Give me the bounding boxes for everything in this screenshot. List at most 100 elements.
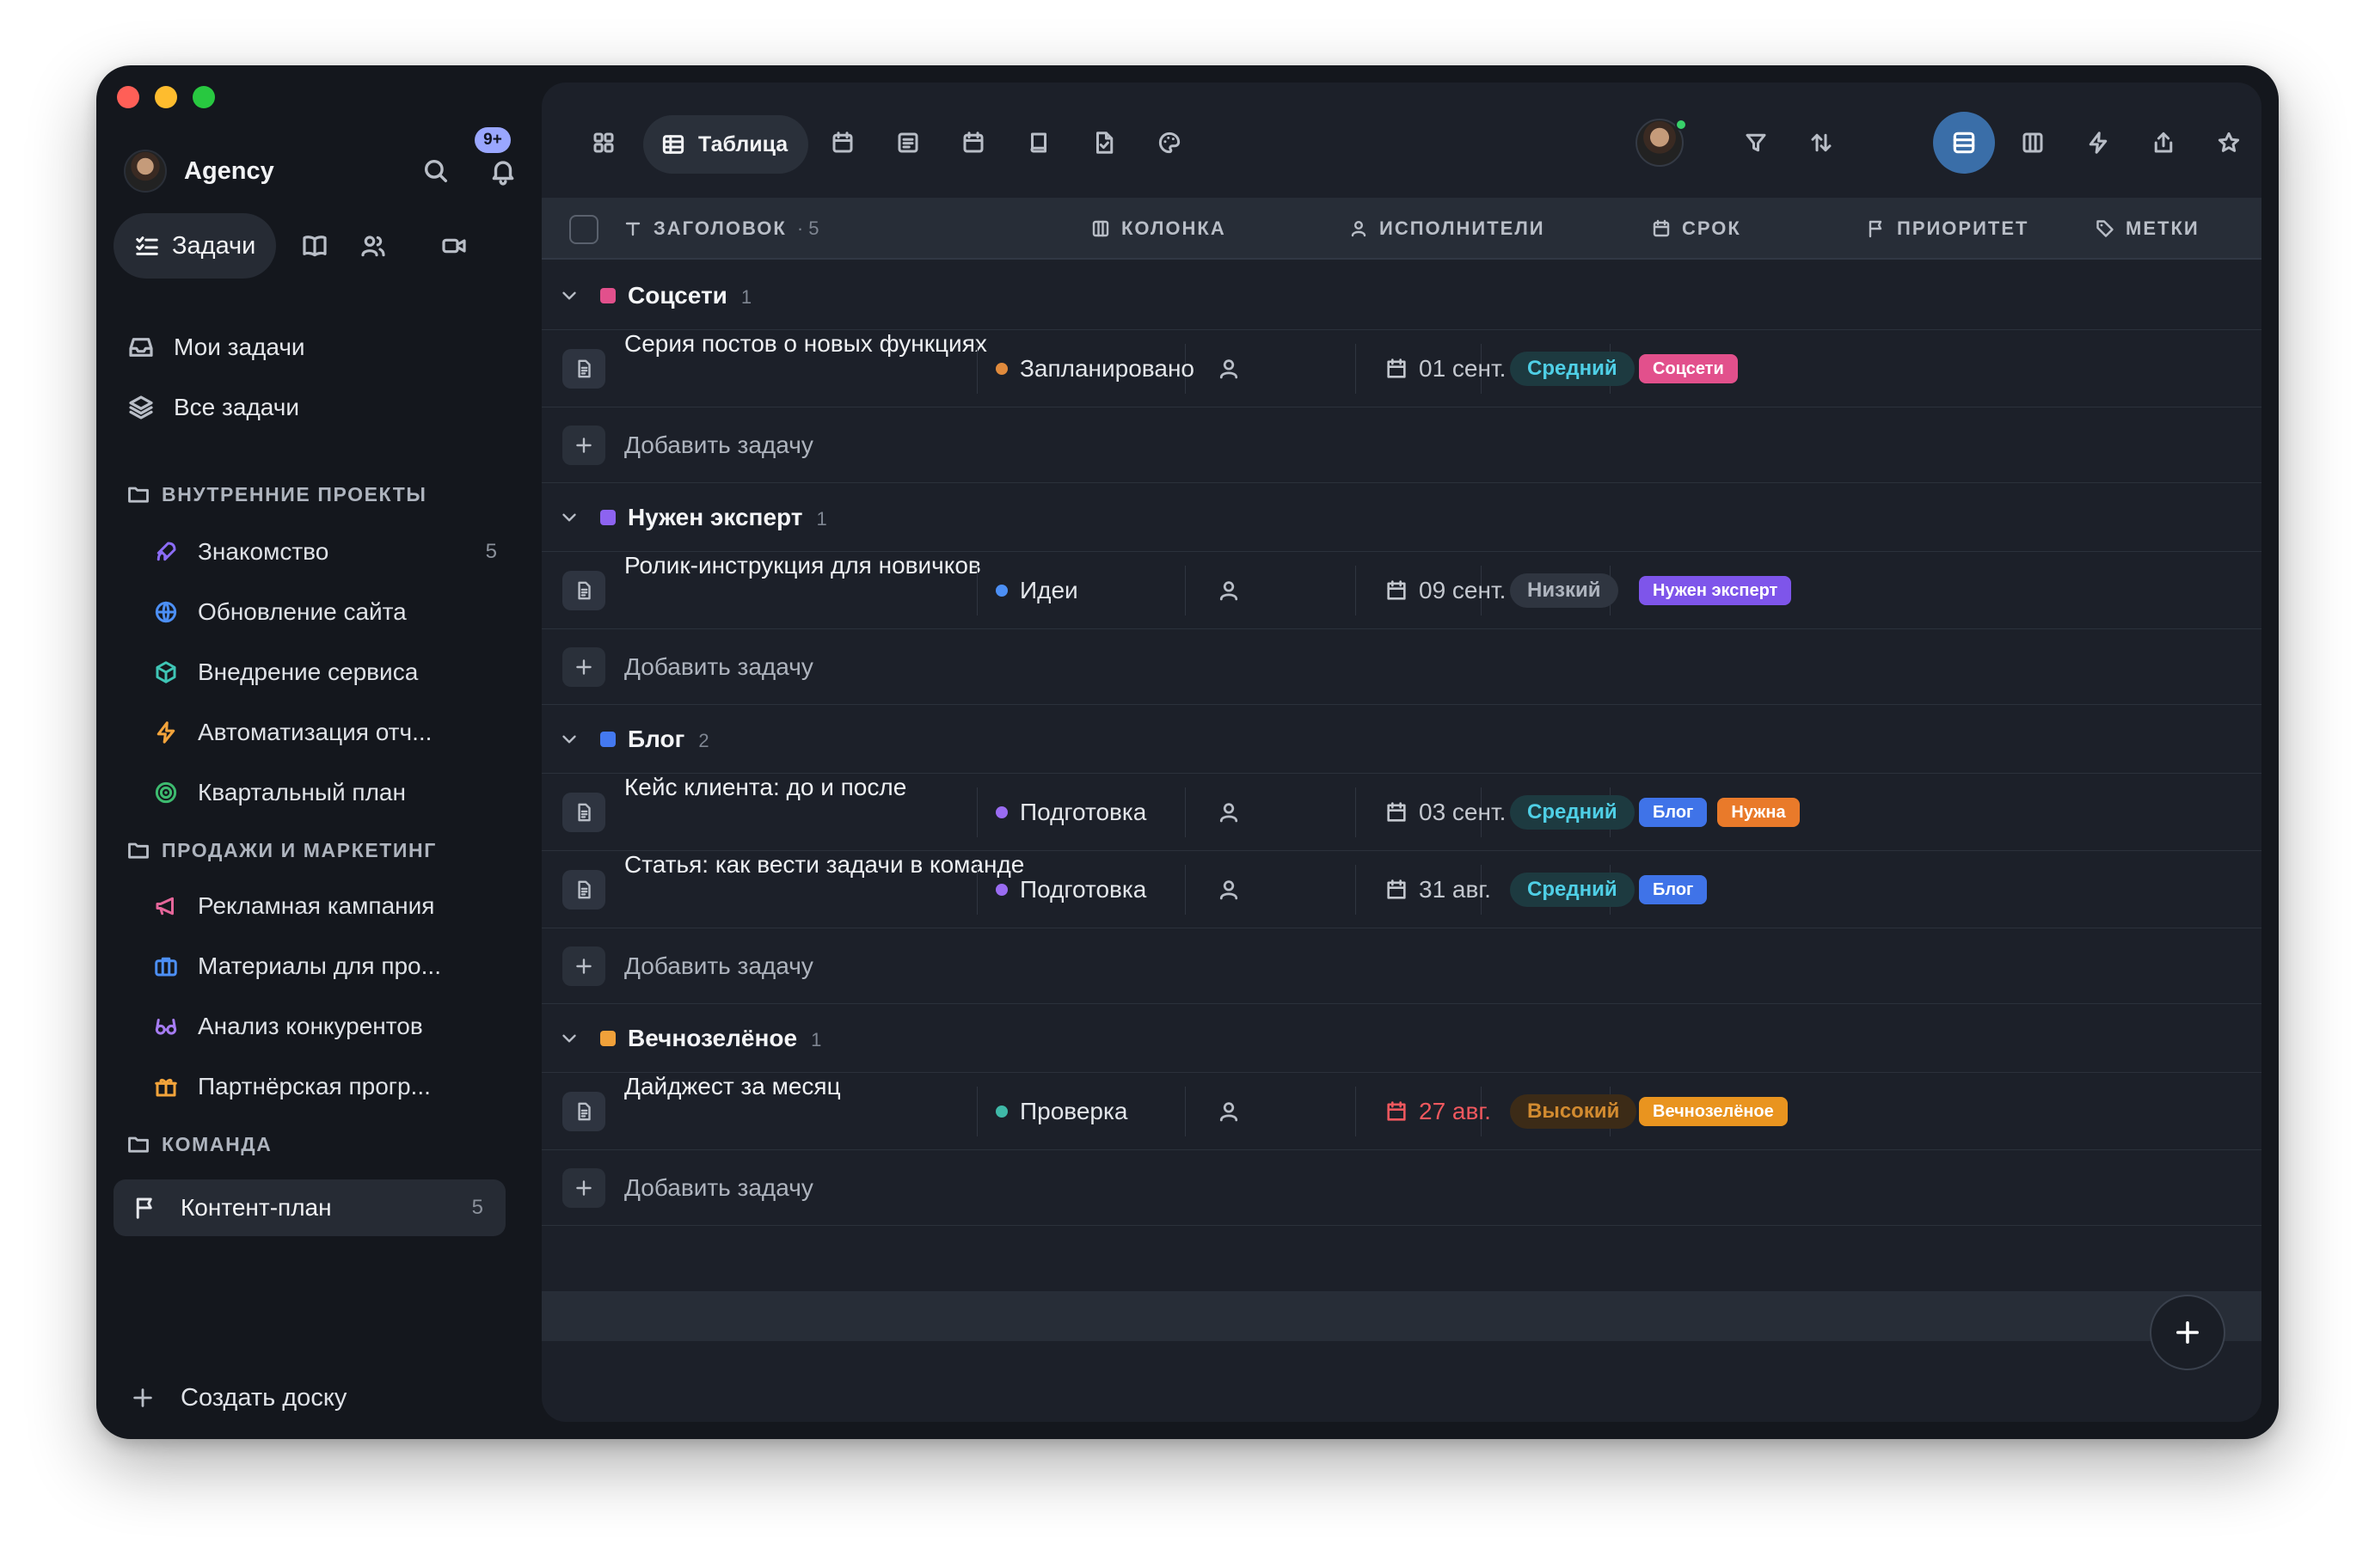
status-text: Идеи <box>1020 577 1078 603</box>
workspace-switcher[interactable]: Agency <box>124 139 519 203</box>
columns-icon[interactable] <box>2009 119 2057 167</box>
search-icon[interactable] <box>416 151 456 191</box>
group-header[interactable]: Блог 2 <box>542 705 2261 774</box>
calendar-icon[interactable] <box>819 119 867 167</box>
tags-cell[interactable]: Блог <box>1639 851 1717 928</box>
assignee-cell[interactable] <box>1216 851 1242 928</box>
folder-team[interactable]: КОМАНДА <box>124 1124 273 1164</box>
rows-icon[interactable] <box>1933 112 1995 174</box>
list-icon[interactable] <box>884 119 932 167</box>
assignee-cell[interactable] <box>1216 330 1242 407</box>
sort-icon[interactable] <box>1797 119 1845 167</box>
chevron-down-icon[interactable] <box>554 502 585 533</box>
column-header-due[interactable]: СРОК <box>1651 198 1741 260</box>
filter-icon[interactable] <box>1732 119 1780 167</box>
table-row[interactable]: Статья: как вести задачи в команде Подгот… <box>542 851 2261 928</box>
due-cell[interactable]: 03 сент. <box>1384 774 1506 851</box>
sidebar-project-report-automation[interactable]: Автоматизация отч... <box>150 707 519 758</box>
priority-cell[interactable]: Высокий <box>1510 1073 1637 1150</box>
table-row[interactable]: Серия постов о новых функциях Запланирова… <box>542 330 2261 407</box>
tags-cell[interactable]: Блог Нужна <box>1639 774 1810 851</box>
column-header-column[interactable]: КОЛОНКА <box>1090 198 1226 260</box>
share-icon[interactable] <box>2139 119 2188 167</box>
palette-icon[interactable] <box>1145 119 1194 167</box>
sidebar-project-partner-program[interactable]: Партнёрская прогр... <box>150 1061 519 1112</box>
view-table-tab[interactable]: Таблица <box>643 115 809 174</box>
chevron-down-icon[interactable] <box>554 1023 585 1054</box>
tags-cell[interactable]: Вечнозелёное <box>1639 1073 1798 1150</box>
assignee-cell[interactable] <box>1216 774 1242 851</box>
add-task-row[interactable]: Добавить задачу <box>542 629 2261 705</box>
select-all-checkbox[interactable] <box>569 215 598 244</box>
briefcase-icon <box>150 950 182 983</box>
sidebar-project-ad-campaign[interactable]: Рекламная кампания <box>150 880 519 932</box>
sidebar-board-content-plan[interactable]: Контент-план 5 <box>114 1179 506 1236</box>
due-date: 09 сент. <box>1384 577 1506 604</box>
task-title[interactable]: Кейс клиента: до и после <box>624 774 906 801</box>
add-task-fab[interactable] <box>2150 1295 2225 1370</box>
video-icon[interactable] <box>434 226 474 266</box>
grid-icon[interactable] <box>580 119 628 167</box>
column-header-title[interactable]: ЗАГОЛОВОК · 5 <box>623 198 819 260</box>
assignee-cell[interactable] <box>1216 1073 1242 1150</box>
folder-sales-marketing[interactable]: ПРОДАЖИ И МАРКЕТИНГ <box>124 830 437 870</box>
notifications-bell-icon[interactable] <box>483 151 523 191</box>
priority-cell[interactable]: Средний <box>1510 330 1635 407</box>
status-cell[interactable]: Подготовка <box>996 774 1146 851</box>
due-cell[interactable]: 01 сент. <box>1384 330 1506 407</box>
star-icon[interactable] <box>2205 119 2253 167</box>
sidebar-project-service-rollout[interactable]: Внедрение сервиса <box>150 646 519 698</box>
group-header[interactable]: Нужен эксперт 1 <box>542 483 2261 552</box>
sidebar-project-quarterly-plan[interactable]: Квартальный план <box>150 767 519 818</box>
priority-cell[interactable]: Низкий <box>1510 552 1618 629</box>
sidebar-project-intro[interactable]: Знакомство 5 <box>150 526 519 578</box>
status-cell[interactable]: Запланировано <box>996 330 1194 407</box>
table-header: ЗАГОЛОВОК · 5 КОЛОНКА ИСПОЛНИТЕЛИ СРОК П… <box>542 198 2261 260</box>
due-cell[interactable]: 31 авг. <box>1384 851 1491 928</box>
table-row[interactable]: Кейс клиента: до и после Подготовка 03 сен… <box>542 774 2261 851</box>
table-row[interactable]: Ролик-инструкция для новичков Идеи 09 сент… <box>542 552 2261 629</box>
priority-badge: Средний <box>1510 795 1635 830</box>
calendar-icon[interactable] <box>949 119 997 167</box>
group-header[interactable]: Вечнозелёное 1 <box>542 1004 2261 1073</box>
task-title[interactable]: Ролик-инструкция для новичков <box>624 552 981 579</box>
priority-cell[interactable]: Средний <box>1510 851 1635 928</box>
task-title[interactable]: Статья: как вести задачи в команде <box>624 851 1024 879</box>
due-cell[interactable]: 09 сент. <box>1384 552 1506 629</box>
priority-cell[interactable]: Средний <box>1510 774 1635 851</box>
add-task-row[interactable]: Добавить задачу <box>542 1150 2261 1226</box>
group-header[interactable]: Соцсети 1 <box>542 261 2261 330</box>
chevron-down-icon[interactable] <box>554 280 585 311</box>
sidebar-project-site-update[interactable]: Обновление сайта <box>150 586 519 638</box>
book-icon[interactable] <box>1015 119 1063 167</box>
tab-tasks[interactable]: Задачи <box>114 213 277 279</box>
tags-cell[interactable]: Соцсети <box>1639 330 1748 407</box>
due-cell[interactable]: 27 авг. <box>1384 1073 1491 1150</box>
priority-badge: Низкий <box>1510 573 1618 608</box>
column-header-tags[interactable]: МЕТКИ <box>2095 198 2200 260</box>
table-row[interactable]: Дайджест за месяц Проверка 27 авг. Высокий В… <box>542 1073 2261 1150</box>
bolt-icon[interactable] <box>2074 119 2122 167</box>
sidebar-item-all-tasks[interactable]: Все задачи <box>124 382 299 433</box>
sidebar-project-competitor-analysis[interactable]: Анализ конкурентов <box>150 1001 519 1052</box>
tags-cell[interactable]: Нужен эксперт <box>1639 552 1801 629</box>
chevron-down-icon[interactable] <box>554 724 585 755</box>
status-cell[interactable]: Идеи <box>996 552 1078 629</box>
task-title[interactable]: Дайджест за месяц <box>624 1073 841 1100</box>
add-task-row[interactable]: Добавить задачу <box>542 407 2261 483</box>
assignee-cell[interactable] <box>1216 552 1242 629</box>
sidebar-project-materials[interactable]: Материалы для про... <box>150 940 519 992</box>
folder-internal-projects[interactable]: ВНУТРЕННИЕ ПРОЕКТЫ <box>124 475 427 514</box>
column-header-priority[interactable]: ПРИОРИТЕТ <box>1866 198 2028 260</box>
add-task-row[interactable]: Добавить задачу <box>542 928 2261 1004</box>
people-icon[interactable] <box>353 226 393 266</box>
status-cell[interactable]: Подготовка <box>996 851 1146 928</box>
rocket-icon <box>150 536 182 568</box>
sidebar-item-my-tasks[interactable]: Мои задачи <box>124 322 305 373</box>
task-title[interactable]: Серия постов о новых функциях <box>624 330 987 358</box>
doc-check-icon[interactable] <box>1080 119 1128 167</box>
create-board-button[interactable]: Создать доску <box>126 1374 347 1422</box>
book-icon[interactable] <box>295 226 334 266</box>
status-cell[interactable]: Проверка <box>996 1073 1127 1150</box>
column-header-assignees[interactable]: ИСПОЛНИТЕЛИ <box>1348 198 1545 260</box>
